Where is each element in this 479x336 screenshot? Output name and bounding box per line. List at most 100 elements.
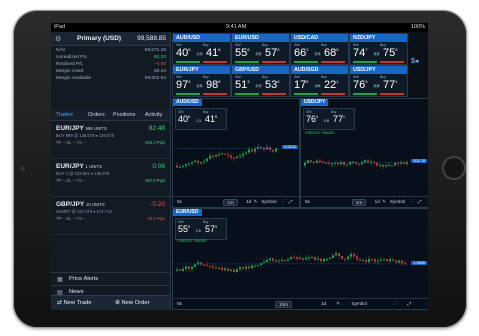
rate-tiles: AUD/USD Sell Buy 405 1.3 418 EUR/USD Sell Buy 558… [172, 33, 428, 98]
trade-row[interactable]: EUR/JPY 999 UNITS BUY 999 @ 136.575 ▾ 136… [51, 122, 170, 159]
candle-body [391, 164, 393, 166]
tab-activity[interactable]: Activity [145, 112, 162, 118]
indicator-icon[interactable]: ⋰ [410, 199, 415, 205]
rate-tile[interactable]: AUD/USD Sell Buy 405 1.3 418 [172, 33, 231, 65]
account-header[interactable]: ⚙ Primary (USD) 99,588.85 [51, 32, 170, 46]
symbol-button[interactable]: Symbol [352, 301, 367, 306]
tab-orders[interactable]: Orders [88, 112, 105, 118]
buy-price[interactable]: 572 [265, 47, 279, 59]
rate-tile[interactable]: USD/CAD Sell Buy 662 2.3 685 [290, 33, 349, 65]
new-order-icon: ⊕ [115, 300, 120, 306]
buy-price[interactable]: 418 [206, 47, 220, 59]
price-alerts-item[interactable]: ▦ Price Alerts [51, 272, 170, 286]
currency-toggle-icon[interactable]: $◂ [411, 57, 428, 67]
indicator-icon[interactable]: ⋰ [392, 301, 397, 307]
chart-eur-usd[interactable]: EUR/USD Sell Buy 558 2.5 573 1.3656 CREDITS TRA… [172, 208, 428, 310]
account-name[interactable]: Primary (USD) [77, 35, 121, 42]
buy-price[interactable]: 771 [383, 79, 397, 91]
tile-pair: GBP/USD [235, 67, 260, 73]
candle-body [382, 165, 384, 167]
sell-price[interactable]: 513 [235, 79, 249, 91]
buy-bar [203, 61, 227, 63]
sell-price[interactable]: 405 [176, 47, 190, 59]
timeframe-button[interactable]: 10m [275, 301, 292, 308]
chart-usd-jpy[interactable]: USD/JPY Sell Buy 764 0.8 771 101.78 CREDITS TRA… [300, 98, 428, 208]
sell-price[interactable]: 558 [235, 47, 249, 59]
candle-body [335, 253, 337, 256]
rate-tile[interactable]: AUD/SGD Sell Buy 175 4.6 221 [290, 65, 349, 97]
timeframe-button[interactable]: 1m [223, 199, 238, 206]
granularity-label[interactable]: 1d [375, 199, 380, 204]
draw-icon[interactable]: ✎ [336, 301, 340, 307]
new-trade-icon: ⇄ [57, 300, 62, 306]
summary-label: Margin Available [56, 76, 92, 81]
sell-price[interactable]: 747 [353, 47, 367, 59]
indicator-icon[interactable]: ⋰ [281, 199, 286, 205]
granularity-label[interactable]: 1d [246, 199, 251, 204]
candle-body [218, 154, 220, 156]
gear-icon[interactable]: ⚙ [55, 35, 61, 43]
sell-price[interactable]: 175 [294, 79, 308, 91]
draw-icon[interactable]: ✎ [254, 199, 258, 205]
spread: 1.3 [196, 52, 203, 56]
buy-bar [321, 93, 345, 95]
candle-body [254, 265, 256, 267]
candle-body [403, 162, 405, 164]
rate-tile[interactable]: USD/JPY Sell Buy 763 0.8 771 [349, 65, 408, 97]
granularity-label[interactable]: 1d [321, 301, 326, 306]
candle-body [400, 162, 402, 164]
draw-icon[interactable]: ✎ [382, 199, 386, 205]
symbol-button[interactable]: Symbol [390, 199, 405, 204]
trade-row[interactable]: EUR/JPY 1 UNITS BUY 1 @ 132.907 ▾ 136.575… [51, 160, 170, 197]
sell-price[interactable]: 763 [353, 79, 367, 91]
candle-body [331, 163, 333, 165]
rate-tile[interactable]: EUR/USD Sell Buy 558 2.5 572 [231, 33, 290, 65]
chart-title: EUR/USD [173, 209, 202, 216]
buy-price[interactable]: 536 [265, 79, 279, 91]
rate-tile[interactable]: GBP/USD Sell Buy 513 2.3 536 [231, 65, 290, 97]
tab-trades[interactable]: Trades [56, 112, 73, 118]
buy-price[interactable]: 988 [206, 79, 220, 91]
buy-price[interactable]: 685 [324, 47, 338, 59]
candle-body [263, 147, 265, 150]
alert-icon: ▦ [57, 277, 63, 283]
buy-bar [380, 61, 404, 63]
buy-price[interactable]: 221 [324, 79, 338, 91]
timeframe-button[interactable]: 1m [351, 199, 367, 206]
candle-body [200, 162, 202, 164]
candle-body [221, 153, 223, 155]
sell-bar [235, 61, 259, 63]
trade-orders: TP -- SL -- TS -- [56, 140, 86, 145]
candle-body [191, 266, 193, 270]
chart-aud-usd[interactable]: AUD/USD Sell Buy 406 1.3 418 0.9141 5s 1m 1d ✎ Symb… [172, 98, 300, 208]
buy-price[interactable]: 750 [383, 47, 397, 59]
expand-icon[interactable]: ⤢ [418, 199, 422, 204]
rate-tile[interactable]: NZD/JPY Sell Buy 747 3.0 750 [349, 33, 408, 65]
camera [20, 166, 25, 171]
candle-body [218, 267, 220, 269]
candle-body [230, 155, 232, 158]
sell-price[interactable]: 973 [176, 79, 190, 91]
new-order-button[interactable]: ⊕ New Order [115, 300, 150, 306]
candle-body [182, 268, 184, 271]
trade-row[interactable]: GBP/JPY 10 UNITS SHORT @ 147.570 ▾ 174.71… [51, 198, 170, 235]
candle-body [314, 257, 316, 260]
candle-body [188, 163, 190, 165]
candle-body [215, 154, 217, 157]
rate-tile[interactable]: EUR/JPY Sell Buy 973 2.5 988 [172, 65, 231, 97]
summary-row: Unrealized P/L 82.33 [51, 54, 170, 61]
candle-body [343, 162, 345, 165]
candle-body [245, 152, 247, 154]
expand-icon[interactable]: ⤢ [408, 301, 412, 306]
sell-bar [235, 93, 259, 95]
candle-body [334, 162, 336, 164]
home-button[interactable] [442, 156, 466, 180]
tab-positions[interactable]: Positions [113, 112, 135, 118]
sell-price[interactable]: 662 [294, 47, 308, 59]
candle-body [251, 149, 253, 152]
trade-entry: SHORT @ 147.570 ▾ 174.714 [56, 209, 112, 214]
symbol-button[interactable]: Symbol [261, 199, 276, 204]
new-trade-button[interactable]: ⇄ New Trade [57, 300, 92, 306]
expand-icon[interactable]: ⤢ [289, 199, 293, 204]
candle-body [346, 164, 348, 166]
